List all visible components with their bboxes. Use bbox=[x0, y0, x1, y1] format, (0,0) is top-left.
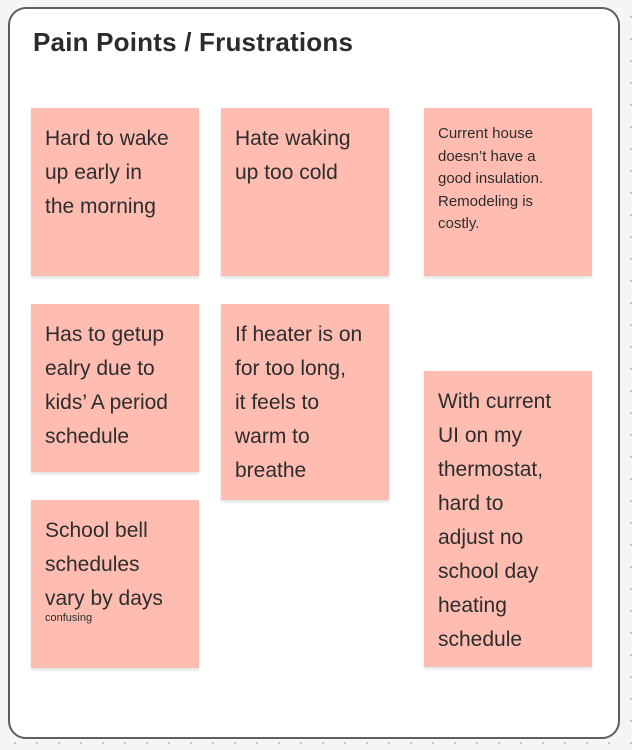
sticky-note[interactable]: Has to getup ealry due to kids’ A period… bbox=[31, 304, 199, 472]
sticky-note-text: School bell schedules vary by days bbox=[45, 519, 163, 610]
sticky-note-text: If heater is on for too long, it feels t… bbox=[235, 323, 363, 482]
sticky-note-text: Has to getup ealry due to kids’ A period… bbox=[45, 323, 168, 448]
sticky-note-text: Hard to wake up early in the morning bbox=[45, 127, 169, 218]
sticky-note[interactable]: Hard to wake up early in the morning bbox=[31, 108, 199, 276]
sticky-note-text: With current UI on my thermostat, hard t… bbox=[438, 390, 552, 651]
sticky-note[interactable]: If heater is on for too long, it feels t… bbox=[221, 304, 389, 500]
board-title: Pain Points / Frustrations bbox=[33, 27, 354, 57]
sticky-note-text: Current house doesn’t have a good insula… bbox=[438, 125, 544, 232]
sticky-note-text: Hate waking up too cold bbox=[235, 127, 351, 184]
sticky-note[interactable]: School bell schedules vary by days confu… bbox=[31, 500, 199, 668]
sticky-note[interactable]: With current UI on my thermostat, hard t… bbox=[424, 371, 592, 667]
sticky-note[interactable]: Current house doesn’t have a good insula… bbox=[424, 108, 592, 276]
sticky-note[interactable]: Hate waking up too cold bbox=[221, 108, 389, 276]
